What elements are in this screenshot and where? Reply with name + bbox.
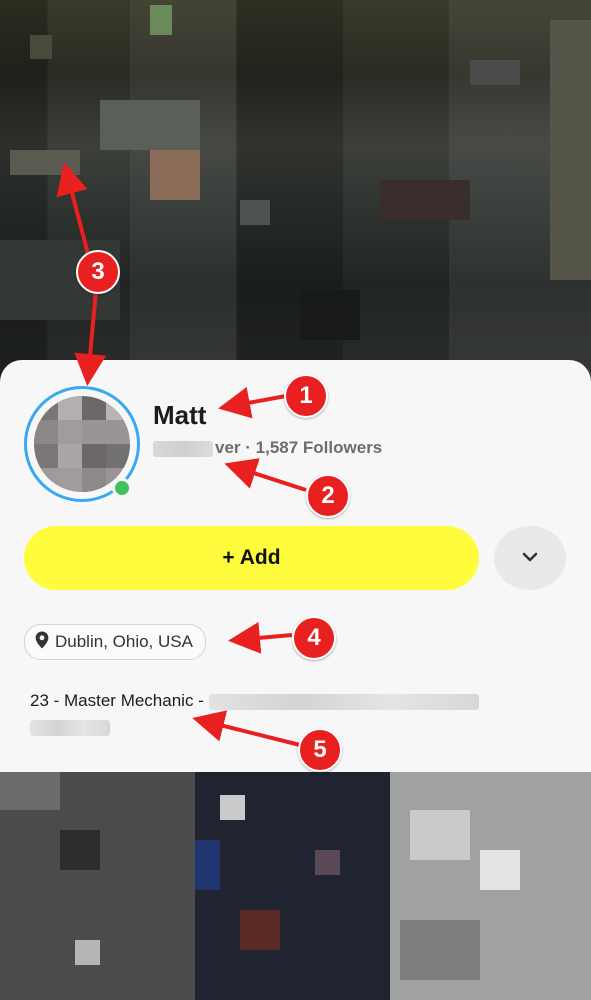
annotation-badge-1: 1: [284, 374, 328, 418]
arrow-4: [228, 621, 293, 654]
annotation-arrows: [56, 162, 307, 747]
annotation-badge-2: 2: [306, 474, 350, 518]
arrow-3-up: [56, 162, 90, 255]
arrow-2: [224, 458, 307, 492]
arrow-3-down: [74, 289, 107, 386]
arrow-5: [192, 710, 301, 747]
arrow-1: [218, 386, 287, 419]
annotation-badge-4: 4: [292, 616, 336, 660]
annotation-badge-3: 3: [76, 250, 120, 294]
annotation-badge-5: 5: [298, 728, 342, 772]
